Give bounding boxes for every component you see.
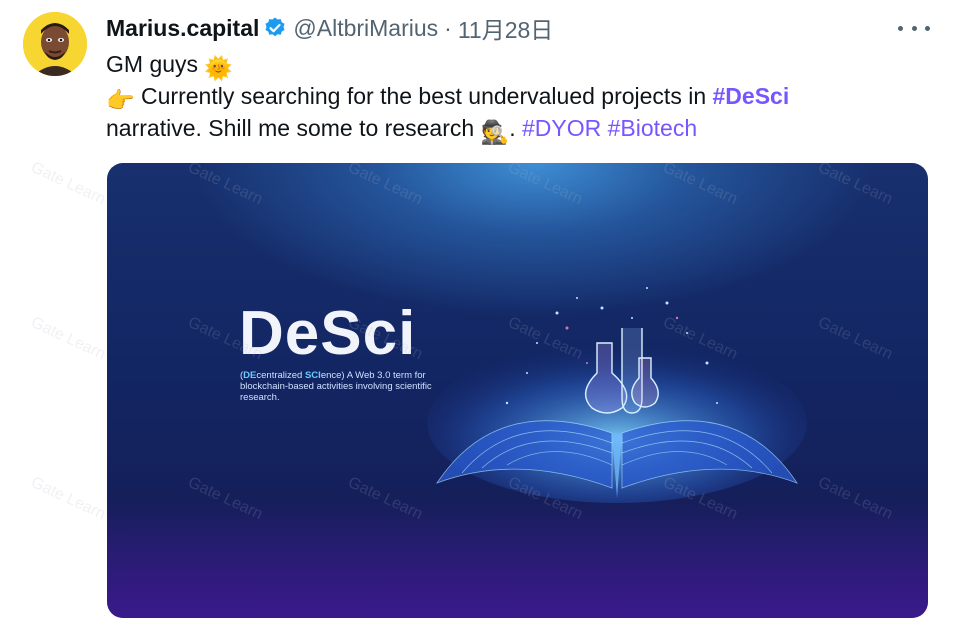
tweet-line-2-text: Currently searching for the best underva… xyxy=(141,83,707,109)
more-options-button[interactable] xyxy=(898,18,930,38)
watermark: Gate Learn xyxy=(28,473,109,524)
tweet-line-3-text: narrative. Shill me some to research xyxy=(106,115,475,141)
media-bottom-glow xyxy=(107,498,928,618)
open-book-flasks-icon xyxy=(427,287,807,503)
tweet-header: Marius.capital @AltbriMarius · 11月28日 xyxy=(106,11,553,45)
author-display-name[interactable]: Marius.capital xyxy=(106,15,259,42)
more-options-icon-dot xyxy=(911,25,917,31)
tweet-line-3-period: . xyxy=(509,115,516,141)
header-separator: · xyxy=(444,14,452,41)
tweet-line-1-text: GM guys xyxy=(106,51,199,77)
media-subtitle-mid: centralized xyxy=(256,370,305,381)
tweet-media-image[interactable]: DeSci (DEcentralized SCIence) A Web 3.0 … xyxy=(107,163,928,618)
tweet-text: GM guys 🌞 👉 Currently searching for the … xyxy=(106,48,946,145)
more-options-icon xyxy=(898,25,903,31)
author-avatar[interactable] xyxy=(23,12,87,76)
watermark: Gate Learn xyxy=(28,313,109,364)
media-subtitle-hl-sci: SCI xyxy=(304,370,321,381)
hashtag-desci-link[interactable]: #DeSci xyxy=(713,83,790,109)
tweet-line-3: narrative. Shill me some to research 🕵️.… xyxy=(106,112,946,145)
media-subtitle-hl-de: DE xyxy=(243,370,257,381)
tweet-line-2: 👉 Currently searching for the best under… xyxy=(106,80,946,113)
watermark: Gate Learn xyxy=(28,158,109,209)
more-options-icon-dot xyxy=(925,25,930,31)
verified-badge-icon xyxy=(263,16,287,40)
hashtag-dyor-link[interactable]: #DYOR xyxy=(522,115,601,141)
avatar-face-icon xyxy=(23,12,87,76)
tweet-date[interactable]: 11月28日 xyxy=(458,11,553,45)
media-title: DeSci xyxy=(239,299,417,368)
tweet-line-1: GM guys 🌞 xyxy=(106,48,946,81)
hashtag-biotech-link[interactable]: #Biotech xyxy=(608,115,698,141)
detective-emoji-icon: 🕵️ xyxy=(480,119,510,145)
author-handle[interactable]: @AltbriMarius xyxy=(293,15,438,42)
